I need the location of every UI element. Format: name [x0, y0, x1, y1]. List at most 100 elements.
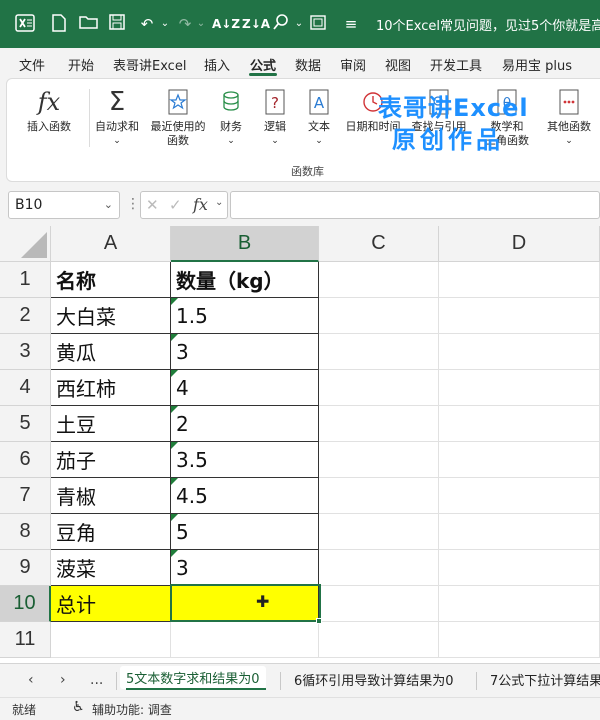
cell-b5[interactable]: 2 [171, 406, 319, 442]
row-header-1[interactable]: 1 [0, 262, 51, 298]
row-header-8[interactable]: 8 [0, 514, 51, 550]
cell-a8[interactable]: 豆角 [51, 514, 171, 550]
cell-d9[interactable] [439, 550, 600, 586]
number-as-text-indicator[interactable] [171, 550, 178, 557]
new-file-icon[interactable] [48, 13, 70, 35]
row-header-10[interactable]: 10 [0, 586, 51, 622]
menu-review[interactable]: 审阅 [340, 55, 366, 74]
find-dropdown-icon[interactable]: ⌄ [288, 13, 310, 35]
check-icon[interactable]: ✓ [169, 196, 182, 214]
autosum-button[interactable]: Σ 自动求和 ⌄ [89, 87, 145, 148]
cell-d10[interactable] [439, 586, 600, 622]
cell-d2[interactable] [439, 298, 600, 334]
cell-a1[interactable]: 名称 [51, 262, 171, 298]
sort-descending-icon[interactable]: Z↓A [242, 13, 270, 35]
row-header-7[interactable]: 7 [0, 478, 51, 514]
cell-c2[interactable] [319, 298, 439, 334]
cell-a9[interactable]: 菠菜 [51, 550, 171, 586]
cell-b9[interactable]: 3 [171, 550, 319, 586]
row-header-4[interactable]: 4 [0, 370, 51, 406]
number-as-text-indicator[interactable] [171, 514, 178, 521]
cell-c3[interactable] [319, 334, 439, 370]
number-as-text-indicator[interactable] [171, 478, 178, 485]
cell-a6[interactable]: 茄子 [51, 442, 171, 478]
cell-a7[interactable]: 青椒 [51, 478, 171, 514]
insert-function-button[interactable]: fx 插入函数 [21, 87, 77, 134]
more-options-icon[interactable]: ⋮ [126, 196, 140, 212]
logical-button[interactable]: ? 逻辑 ⌄ [255, 87, 295, 148]
cell-a4[interactable]: 西红柿 [51, 370, 171, 406]
menu-file[interactable]: 文件 [19, 55, 45, 74]
select-all-corner[interactable] [0, 226, 51, 262]
cell-a10[interactable]: 总计 [51, 586, 171, 622]
cell-d8[interactable] [439, 514, 600, 550]
cell-d3[interactable] [439, 334, 600, 370]
recently-used-button[interactable]: 最近使用的 函数 [143, 87, 213, 148]
cell-b11[interactable] [171, 622, 319, 658]
worksheet-grid[interactable]: ABCD 1 2 3 4 5 6 7 8 9 10 11 名称 数量（kg） 大白菜 1.5 黄瓜 3 西红柿 4… [0, 226, 600, 663]
cell-d7[interactable] [439, 478, 600, 514]
row-header-5[interactable]: 5 [0, 406, 51, 442]
cell-c10[interactable] [319, 586, 439, 622]
column-header-c[interactable]: C [319, 226, 439, 262]
menu-developer[interactable]: 开发工具 [430, 55, 482, 74]
cell-a5[interactable]: 土豆 [51, 406, 171, 442]
chevron-down-icon[interactable]: ⌄ [104, 192, 113, 218]
number-as-text-indicator[interactable] [171, 298, 178, 305]
fill-handle[interactable] [316, 618, 322, 624]
formula-input[interactable] [230, 191, 600, 219]
chevron-down-icon[interactable]: ⌄ [215, 197, 223, 208]
financial-button[interactable]: 财务 ⌄ [211, 87, 251, 148]
tab-sheet-6[interactable]: 6循环引用导致计算结果为0 [294, 670, 454, 689]
undo-dropdown-icon[interactable]: ⌄ [154, 13, 176, 35]
tab-prev-icon[interactable]: ‹ [28, 672, 34, 688]
cell-d6[interactable] [439, 442, 600, 478]
menu-yiyongbao[interactable]: 易用宝 plus [502, 55, 572, 74]
cell-c7[interactable] [319, 478, 439, 514]
cell-c8[interactable] [319, 514, 439, 550]
menu-data[interactable]: 数据 [295, 55, 321, 74]
cell-b4[interactable]: 4 [171, 370, 319, 406]
row-header-6[interactable]: 6 [0, 442, 51, 478]
tab-more-icon[interactable]: ... [90, 672, 103, 688]
more-functions-button[interactable]: 其他函数 ⌄ [539, 87, 599, 148]
cell-b10[interactable] [171, 586, 319, 622]
tab-next-icon[interactable]: › [60, 672, 66, 688]
tab-sheet-7[interactable]: 7公式下拉计算结果 [490, 670, 600, 689]
name-box[interactable]: B10 ⌄ [8, 191, 120, 219]
number-as-text-indicator[interactable] [171, 442, 178, 449]
cell-b7[interactable]: 4.5 [171, 478, 319, 514]
customize-toolbar-icon[interactable]: ≡ [340, 13, 362, 35]
menu-insert[interactable]: 插入 [204, 55, 230, 74]
cell-a2[interactable]: 大白菜 [51, 298, 171, 334]
cell-b6[interactable]: 3.5 [171, 442, 319, 478]
row-header-2[interactable]: 2 [0, 298, 51, 334]
cell-c6[interactable] [319, 442, 439, 478]
accessibility-status[interactable]: 辅助功能: 调查 [92, 701, 172, 718]
cell-c11[interactable] [319, 622, 439, 658]
cell-d1[interactable] [439, 262, 600, 298]
save-icon[interactable] [106, 13, 128, 35]
cell-c1[interactable] [319, 262, 439, 298]
insert-function-fx-icon[interactable]: fx [193, 195, 208, 214]
menu-view[interactable]: 视图 [385, 55, 411, 74]
number-as-text-indicator[interactable] [171, 406, 178, 413]
cell-b8[interactable]: 5 [171, 514, 319, 550]
number-as-text-indicator[interactable] [171, 370, 178, 377]
row-header-11[interactable]: 11 [0, 622, 51, 658]
cell-b3[interactable]: 3 [171, 334, 319, 370]
camera-icon[interactable] [308, 13, 330, 35]
cell-a11[interactable] [51, 622, 171, 658]
tab-sheet-5[interactable]: 5文本数字求和结果为0 [120, 666, 266, 689]
text-button[interactable]: A 文本 ⌄ [299, 87, 339, 148]
cell-c9[interactable] [319, 550, 439, 586]
cell-d11[interactable] [439, 622, 600, 658]
cell-b1[interactable]: 数量（kg） [171, 262, 319, 298]
open-folder-icon[interactable] [78, 13, 100, 35]
sort-ascending-icon[interactable]: A↓Z [212, 13, 240, 35]
menu-formulas[interactable]: 公式 [250, 55, 276, 74]
cancel-icon[interactable]: ✕ [146, 196, 159, 214]
cell-d4[interactable] [439, 370, 600, 406]
column-header-a[interactable]: A [51, 226, 171, 262]
redo-dropdown-icon[interactable]: ⌄ [190, 13, 212, 35]
